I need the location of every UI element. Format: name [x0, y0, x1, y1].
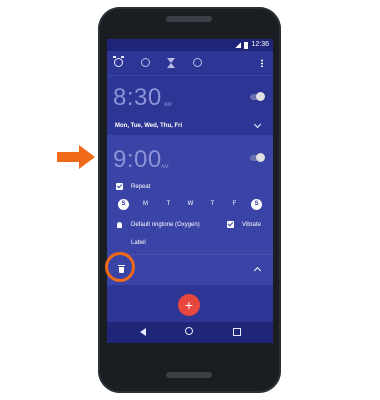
alarm-toggle[interactable] — [250, 92, 265, 101]
label-field[interactable]: Label — [131, 240, 146, 246]
alarm-time[interactable]: 9:00 — [113, 146, 162, 174]
status-time: 12:36 — [251, 41, 269, 48]
day-monday[interactable]: M — [140, 199, 151, 210]
chevron-up-icon[interactable] — [253, 266, 262, 275]
status-bar: 12:36 — [107, 39, 273, 51]
alarm-icon[interactable] — [113, 56, 124, 67]
home-icon[interactable] — [185, 327, 193, 335]
alarm-ampm: AM — [161, 164, 169, 170]
orange-arrow-icon — [57, 145, 97, 169]
ringtone-label[interactable]: Default ringtone (Oxygen) — [131, 222, 200, 228]
timer-icon[interactable] — [167, 58, 175, 68]
add-alarm-button[interactable]: + — [178, 294, 200, 316]
alarm-time[interactable]: 8:30 — [113, 84, 162, 112]
back-icon[interactable] — [140, 328, 146, 336]
repeat-label: Repeat — [131, 184, 151, 190]
clock-icon[interactable] — [141, 58, 150, 67]
day-friday[interactable]: F — [229, 199, 240, 210]
day-wednesday[interactable]: W — [185, 199, 196, 210]
battery-icon — [244, 41, 249, 49]
alarm-days: Mon, Tue, Wed, Thu, Fri — [115, 123, 183, 129]
alarm-toggle[interactable] — [250, 153, 265, 162]
day-sunday[interactable]: S — [118, 199, 129, 210]
day-saturday[interactable]: S — [251, 199, 262, 210]
recents-icon[interactable] — [233, 328, 241, 336]
speaker-top — [166, 16, 212, 22]
bell-icon — [117, 222, 122, 228]
day-thursday[interactable]: T — [207, 199, 218, 210]
more-vert-icon[interactable] — [261, 59, 263, 67]
stopwatch-icon[interactable] — [193, 58, 202, 67]
alarm-item-830[interactable]: 8:30 AM Mon, Tue, Wed, Thu, Fri — [107, 75, 273, 136]
vibrate-label: Vibrate — [242, 222, 261, 228]
signal-icon — [235, 42, 242, 48]
screen: 12:36 8:30 AM Mon, Tue, Wed, Thu, Fri 9:… — [107, 39, 273, 343]
speaker-bottom — [166, 372, 212, 378]
vibrate-checkbox[interactable] — [227, 221, 234, 228]
nav-bar — [107, 322, 273, 343]
day-tuesday[interactable]: T — [163, 199, 174, 210]
status-icons: 12:36 — [235, 41, 269, 49]
chevron-down-icon[interactable] — [253, 120, 262, 129]
repeat-checkbox[interactable] — [116, 183, 123, 190]
highlight-circle — [105, 252, 135, 282]
alarm-ampm: AM — [164, 102, 172, 108]
toolbar — [107, 51, 273, 75]
